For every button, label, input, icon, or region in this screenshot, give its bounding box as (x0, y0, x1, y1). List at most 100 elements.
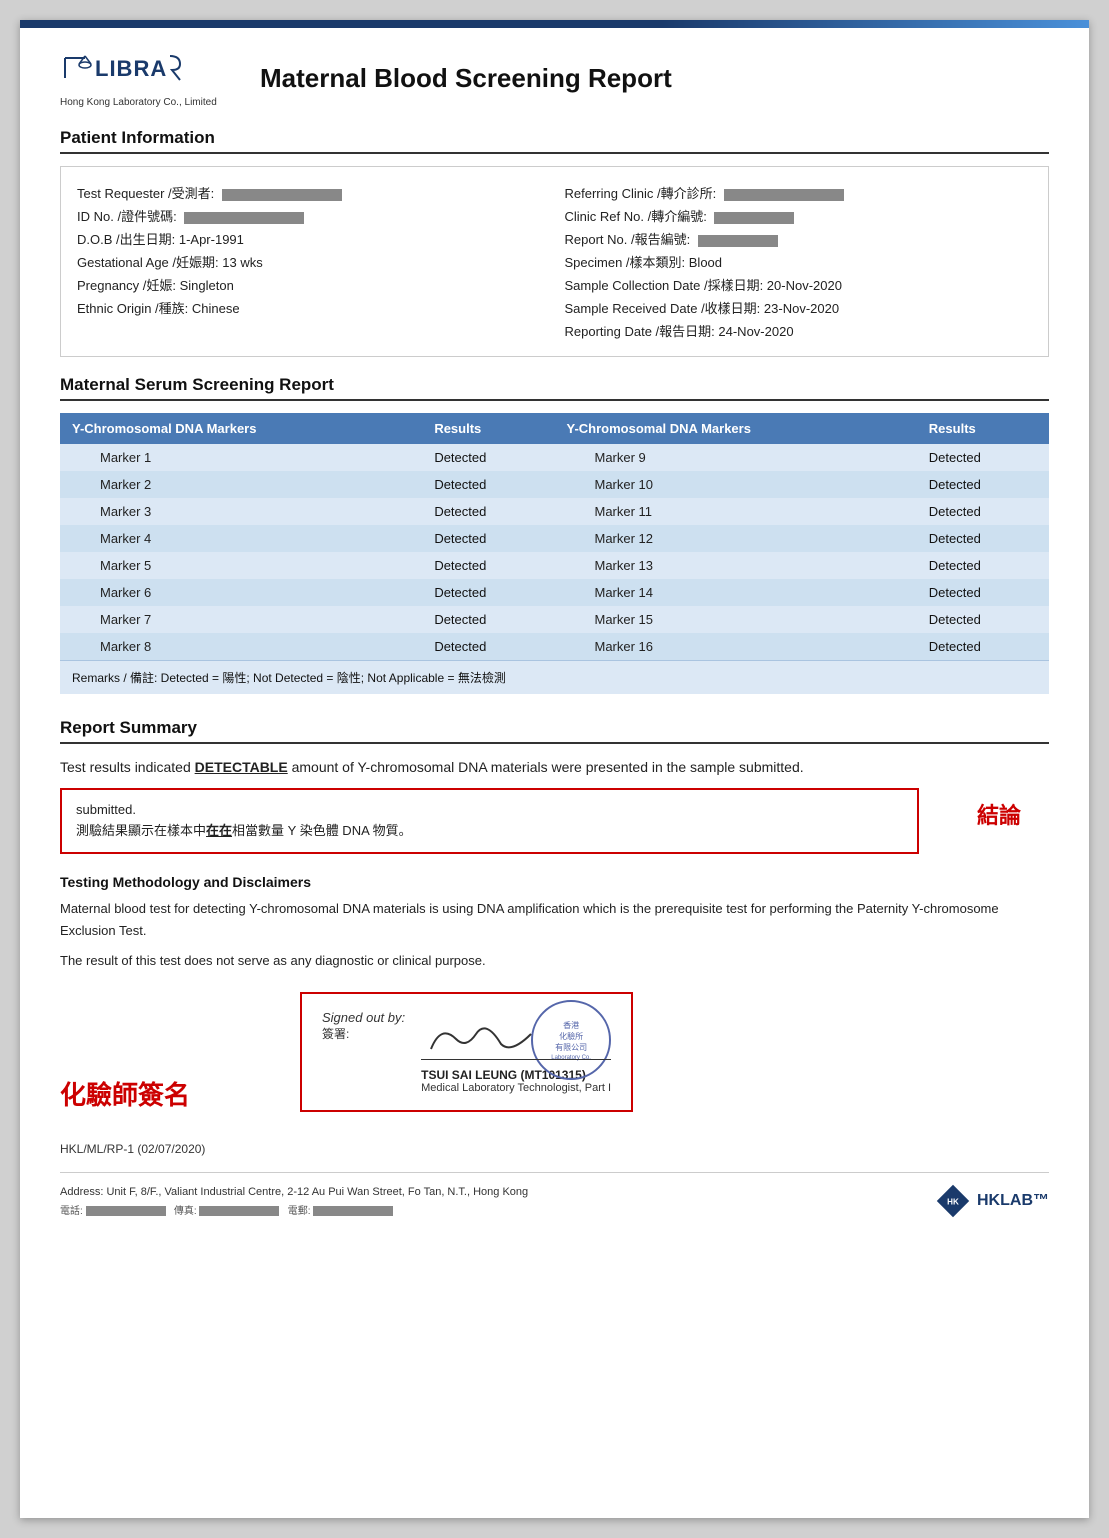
table-row: Marker 8 Detected Marker 16 Detected (60, 633, 1049, 660)
left-marker-result: Detected (422, 606, 554, 633)
phone-redacted (86, 1206, 166, 1216)
methodology-text2: The result of this test does not serve a… (60, 950, 1049, 972)
col2-header: Results (422, 413, 554, 444)
sample-received-date: Sample Received Date /收樣日期: 23-Nov-2020 (565, 296, 1033, 319)
sign-content: Signed out by: 簽署: TSUI SAI LEUNG (MT101… (322, 1010, 611, 1094)
report-title: Maternal Blood Screening Report (260, 63, 672, 94)
signer-title: Medical Laboratory Technologist, Part I (421, 1082, 611, 1094)
sample-collection-date: Sample Collection Date /採樣日期: 20-Nov-202… (565, 273, 1033, 296)
chemist-label: 化驗師簽名 (60, 1075, 260, 1112)
left-marker-result: Detected (422, 579, 554, 606)
hklab-text: HKLAB™ (977, 1192, 1049, 1210)
signature-svg (421, 1014, 541, 1059)
left-marker-result: Detected (422, 444, 554, 471)
right-marker-name: Marker 10 (554, 471, 916, 498)
conclusion-area: submitted. 測驗結果顯示在樣本中在在相當數量 Y 染色體 DNA 物質… (60, 788, 1049, 854)
left-marker-result: Detected (422, 471, 554, 498)
table-row: Marker 2 Detected Marker 10 Detected (60, 471, 1049, 498)
report-header: LIBRA Hong Kong Laboratory Co., Limited … (60, 48, 1049, 108)
right-marker-result: Detected (917, 498, 1049, 525)
logo-text: LIBRA (60, 48, 240, 95)
report-no: Report No. /報告編號: (565, 227, 1033, 250)
right-marker-result: Detected (917, 552, 1049, 579)
right-marker-name: Marker 16 (554, 633, 916, 660)
hklab-diamond-icon: HK (935, 1183, 971, 1219)
patient-info-title: Patient Information (60, 128, 1049, 154)
left-marker-name: Marker 1 (60, 444, 422, 471)
specimen: Specimen /樣本類別: Blood (565, 250, 1033, 273)
right-marker-name: Marker 14 (554, 579, 916, 606)
right-marker-result: Detected (917, 471, 1049, 498)
dob: D.O.B /出生日期: 1-Apr-1991 (77, 227, 545, 250)
ethnic-origin: Ethnic Origin /種族: Chinese (77, 296, 545, 319)
left-marker-name: Marker 3 (60, 498, 422, 525)
detectable-highlight: DETECTABLE (195, 759, 288, 775)
patient-left-col: Test Requester /受測者: ID No. /證件號碼: D.O.B… (77, 181, 545, 342)
screening-table: Y-Chromosomal DNA Markers Results Y-Chro… (60, 413, 1049, 660)
id-no: ID No. /證件號碼: (77, 204, 545, 227)
sign-labels: Signed out by: 簽署: (322, 1010, 405, 1042)
table-row: Marker 7 Detected Marker 15 Detected (60, 606, 1049, 633)
logo-area: LIBRA Hong Kong Laboratory Co., Limited (60, 48, 240, 108)
table-row: Marker 3 Detected Marker 11 Detected (60, 498, 1049, 525)
footer-address: Address: Unit F, 8/F., Valiant Industria… (60, 1186, 528, 1198)
left-marker-result: Detected (422, 633, 554, 660)
footer-left: Address: Unit F, 8/F., Valiant Industria… (60, 1186, 528, 1217)
right-marker-result: Detected (917, 525, 1049, 552)
conclusion-zh-text: 測驗結果顯示在樣本中在在相當數量 Y 染色體 DNA 物質。 (76, 823, 412, 838)
right-marker-result: Detected (917, 579, 1049, 606)
report-page: LIBRA Hong Kong Laboratory Co., Limited … (20, 20, 1089, 1518)
summary-text: Test results indicated DETECTABLE amount… (60, 756, 1049, 778)
reporting-date: Reporting Date /報告日期: 24-Nov-2020 (565, 319, 1033, 342)
doc-ref: HKL/ML/RP-1 (02/07/2020) (60, 1142, 1049, 1156)
col1-header: Y-Chromosomal DNA Markers (60, 413, 422, 444)
left-marker-result: Detected (422, 525, 554, 552)
signature-area: TSUI SAI LEUNG (MT101315) Medical Labora… (421, 1010, 611, 1094)
signed-chinese: 簽署: (322, 1025, 405, 1042)
conclusion-box: submitted. 測驗結果顯示在樣本中在在相當數量 Y 染色體 DNA 物質… (60, 788, 919, 854)
sign-box: 香港 化驗所 有限公司 Laboratory Co. Signed out by… (300, 992, 633, 1112)
left-marker-name: Marker 6 (60, 579, 422, 606)
id-redacted (184, 212, 304, 224)
right-marker-result: Detected (917, 606, 1049, 633)
svg-text:LIBRA: LIBRA (95, 56, 167, 81)
footer-bar: Address: Unit F, 8/F., Valiant Industria… (60, 1172, 1049, 1219)
left-marker-name: Marker 2 (60, 471, 422, 498)
clinic-ref-no: Clinic Ref No. /轉介編號: (565, 204, 1033, 227)
logo-sub: Hong Kong Laboratory Co., Limited (60, 97, 240, 108)
report-no-redacted (698, 235, 778, 247)
gestational-age: Gestational Age /妊娠期: 13 wks (77, 250, 545, 273)
col4-header: Results (917, 413, 1049, 444)
signed-out-by: Signed out by: (322, 1010, 405, 1025)
test-requester: Test Requester /受測者: (77, 181, 545, 204)
right-marker-name: Marker 15 (554, 606, 916, 633)
signature-line (421, 1010, 611, 1060)
table-row: Marker 1 Detected Marker 9 Detected (60, 444, 1049, 471)
conclusion-chinese-label: 結論 (949, 788, 1049, 830)
patient-info-box: Test Requester /受測者: ID No. /證件號碼: D.O.B… (60, 166, 1049, 357)
left-marker-result: Detected (422, 552, 554, 579)
email-redacted (313, 1206, 393, 1216)
left-marker-name: Marker 4 (60, 525, 422, 552)
serum-section-title: Maternal Serum Screening Report (60, 375, 1049, 401)
table-row: Marker 6 Detected Marker 14 Detected (60, 579, 1049, 606)
referring-clinic: Referring Clinic /轉介診所: (565, 181, 1033, 204)
footer-contact: 電話: 傳真: 電郵: (60, 1202, 528, 1217)
top-bar (20, 20, 1089, 28)
hklab-logo: HK HKLAB™ (935, 1183, 1049, 1219)
right-marker-name: Marker 9 (554, 444, 916, 471)
remarks-row: Remarks / 備註: Detected = 陽性; Not Detecte… (60, 660, 1049, 694)
report-summary-section: Report Summary Test results indicated DE… (60, 718, 1049, 854)
libra-logo-svg: LIBRA (60, 48, 190, 88)
methodology-title: Testing Methodology and Disclaimers (60, 874, 1049, 890)
pregnancy: Pregnancy /妊娠: Singleton (77, 273, 545, 296)
clinic-ref-redacted (714, 212, 794, 224)
right-marker-name: Marker 13 (554, 552, 916, 579)
fax-redacted (199, 1206, 279, 1216)
sign-area: 化驗師簽名 香港 化驗所 有限公司 Laboratory Co. Signed … (60, 992, 1049, 1112)
maternal-serum-section: Maternal Serum Screening Report Y-Chromo… (60, 375, 1049, 694)
clinic-redacted (724, 189, 844, 201)
left-marker-result: Detected (422, 498, 554, 525)
methodology-section: Testing Methodology and Disclaimers Mate… (60, 874, 1049, 972)
svg-text:HK: HK (947, 1198, 959, 1207)
